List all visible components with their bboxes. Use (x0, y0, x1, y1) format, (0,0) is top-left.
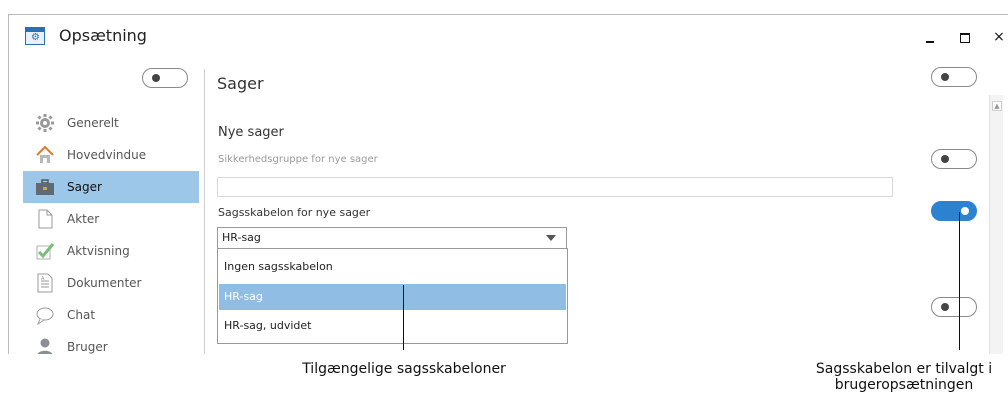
vertical-scrollbar[interactable]: ▲ (989, 95, 1003, 354)
settings-window: ⚙ Opsætning × Generelt Hovedvindue Sager… (8, 14, 1008, 354)
security-group-toggle[interactable] (931, 149, 977, 169)
text-document-icon: A (35, 273, 55, 293)
settings-app-icon: ⚙ (25, 27, 45, 45)
page-title: Sager (217, 74, 264, 93)
section-toggle[interactable] (931, 67, 977, 87)
sidebar-item-chat[interactable]: Chat (23, 299, 199, 331)
document-icon (35, 209, 55, 229)
svg-text:A: A (41, 276, 45, 282)
main-panel: Sager Nye sager Sikkerhedsgruppe for nye… (217, 59, 917, 354)
home-icon (35, 145, 55, 165)
minimize-button[interactable] (919, 25, 943, 49)
security-group-input[interactable] (217, 177, 893, 197)
close-button[interactable]: × (987, 25, 1008, 49)
sidebar-item-dokumenter[interactable]: A Dokumenter (23, 267, 199, 299)
callout-line-preselected (959, 212, 960, 350)
checkmark-icon (35, 241, 55, 261)
dropdown-option-hr-sag-udvidet[interactable]: HR-sag, udvidet (219, 313, 566, 339)
title-bar: ⚙ Opsætning × (9, 15, 1008, 59)
sidebar-item-label: Aktvisning (67, 244, 130, 258)
security-group-label: Sikkerhedsgruppe for nye sager (218, 154, 378, 165)
callout-templates: Tilgængelige sagsskabeloner (302, 361, 506, 377)
maximize-button[interactable] (953, 25, 977, 49)
chevron-down-icon (546, 235, 556, 241)
sidebar-item-label: Chat (67, 308, 96, 322)
sidebar: Generelt Hovedvindue Sager Akter Aktvisn… (9, 59, 202, 354)
gear-icon (35, 113, 55, 133)
sidebar-item-label: Bruger (67, 340, 108, 354)
sidebar-item-label: Sager (67, 180, 102, 194)
template-selected-value: HR-sag (222, 231, 261, 244)
sidebar-item-aktvisning[interactable]: Aktvisning (23, 235, 199, 267)
scroll-up-icon[interactable]: ▲ (992, 101, 1002, 111)
template-toggle[interactable] (931, 201, 977, 221)
sidebar-item-sager[interactable]: Sager (23, 171, 199, 203)
sidebar-item-label: Akter (67, 212, 100, 226)
sidebar-toggle[interactable] (142, 68, 188, 88)
sidebar-item-generelt[interactable]: Generelt (23, 107, 199, 139)
callout-preselected: Sagsskabelon er tilvalgt i brugeropsætni… (815, 361, 993, 393)
sidebar-item-label: Hovedvindue (67, 148, 147, 162)
sidebar-item-hovedvindue[interactable]: Hovedvindue (23, 139, 199, 171)
briefcase-icon (35, 177, 55, 197)
subsection-title: Nye sager (218, 125, 284, 140)
template-label: Sagsskabelon for nye sager (218, 206, 371, 219)
template-dropdown: Ingen sagsskabelon HR-sag HR-sag, udvide… (217, 248, 568, 344)
dropdown-option-hr-sag[interactable]: HR-sag (219, 284, 566, 310)
sidebar-item-akter[interactable]: Akter (23, 203, 199, 235)
sidebar-item-bruger[interactable]: Bruger (23, 331, 199, 354)
bottom-toggle[interactable] (931, 297, 977, 317)
user-icon (35, 337, 55, 354)
callout-line-templates (403, 285, 404, 350)
sidebar-item-label: Generelt (67, 116, 119, 130)
window-title: Opsætning (59, 26, 147, 45)
dropdown-option-ingen[interactable]: Ingen sagsskabelon (219, 254, 566, 280)
chat-bubble-icon (35, 305, 55, 326)
sidebar-divider (204, 69, 205, 354)
sidebar-nav: Generelt Hovedvindue Sager Akter Aktvisn… (23, 107, 199, 354)
template-select[interactable]: HR-sag (217, 227, 567, 249)
sidebar-item-label: Dokumenter (67, 276, 142, 290)
